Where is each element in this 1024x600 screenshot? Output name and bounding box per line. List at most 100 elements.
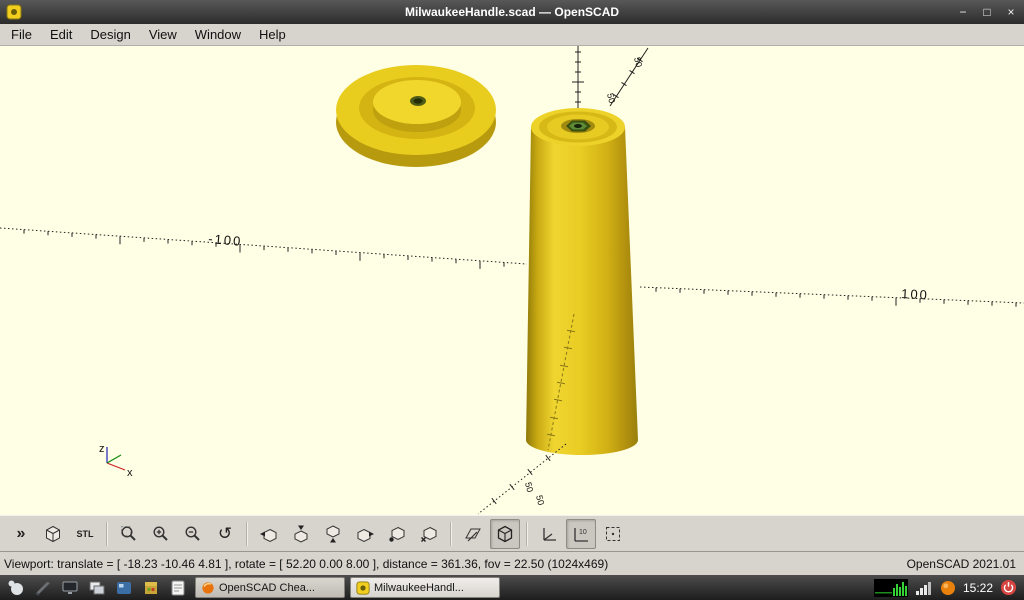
cpu-graph-widget[interactable] — [874, 579, 908, 597]
network-signal-icon[interactable] — [915, 580, 933, 596]
workspace-switcher-button[interactable] — [111, 576, 136, 599]
wire-cube-icon — [495, 524, 515, 544]
taskbar-window-milwaukeehandle[interactable]: MilwaukeeHandl... — [350, 577, 500, 598]
viewport-status-text: Viewport: translate = [ -18.23 -10.46 4.… — [4, 557, 608, 571]
menu-design[interactable]: Design — [81, 25, 139, 44]
package-icon — [141, 578, 161, 598]
view-bottom-button[interactable] — [318, 519, 348, 549]
view-back-icon — [419, 524, 439, 544]
menu-file[interactable]: File — [2, 25, 41, 44]
screenshot-tool-button[interactable] — [30, 576, 55, 599]
windows-icon — [87, 578, 107, 598]
model-cap-disc — [336, 65, 496, 167]
zoom-in-icon — [151, 524, 171, 544]
reset-rotate-icon: ↺ — [218, 525, 232, 542]
view-right-icon — [259, 524, 279, 544]
view-bottom-icon — [323, 524, 343, 544]
window-controls: − □ × — [956, 0, 1018, 24]
taskbar-window-openscad-cheatsheet[interactable]: OpenSCAD Chea... — [195, 577, 345, 598]
jump-to-editor-button[interactable]: » — [6, 519, 36, 549]
x-axis-negative: -100 — [0, 228, 527, 269]
document-icon — [168, 578, 188, 598]
package-manager-button[interactable] — [138, 576, 163, 599]
knife-icon — [33, 578, 53, 598]
axis-indicator-z-label: z — [99, 443, 105, 455]
zoom-out-icon — [183, 524, 203, 544]
view-top-button[interactable] — [286, 519, 316, 549]
toolbar-separator — [106, 522, 108, 546]
reset-view-button[interactable]: ↺ — [210, 519, 240, 549]
double-chevron-icon: » — [17, 526, 26, 542]
applications-menu-button[interactable] — [3, 576, 28, 599]
zoom-all-icon — [119, 524, 139, 544]
y-scale-label-1: 50 — [523, 481, 535, 493]
menu-window[interactable]: Window — [186, 25, 250, 44]
cube-icon — [43, 524, 63, 544]
show-surfaces-button[interactable] — [458, 519, 488, 549]
desktop-taskbar: OpenSCAD Chea... MilwaukeeHandl... 15:22 — [0, 575, 1024, 600]
system-tray: 15:22 — [874, 579, 1021, 597]
maximize-button[interactable]: □ — [980, 0, 994, 24]
window-title: MilwaukeeHandle.scad — OpenSCAD — [0, 5, 1024, 19]
view-top-icon — [291, 524, 311, 544]
show-crosshairs-button[interactable] — [598, 519, 628, 549]
view-left-icon — [355, 524, 375, 544]
model-handle-cylinder — [526, 108, 638, 455]
openscad-icon — [356, 581, 370, 595]
scale-markers-icon: 10 — [571, 524, 591, 544]
firefox-icon — [201, 581, 215, 595]
scale-ten-label: 10 — [579, 529, 587, 536]
export-stl-button[interactable]: STL — [70, 519, 100, 549]
axes-icon — [539, 524, 559, 544]
menu-bar: File Edit Design View Window Help — [0, 24, 1024, 46]
stl-export-icon: STL — [77, 529, 94, 539]
toolbar-separator — [526, 522, 528, 546]
show-scale-markers-button[interactable]: 10 — [566, 519, 596, 549]
view-back-button[interactable] — [414, 519, 444, 549]
toolbar-separator — [246, 522, 248, 546]
app-menu-icon — [6, 578, 26, 598]
clock[interactable]: 15:22 — [963, 581, 993, 595]
y-scale-label-2: 50 — [534, 494, 546, 506]
display-settings-button[interactable] — [57, 576, 82, 599]
close-button[interactable]: × — [1004, 0, 1018, 24]
view-toolbar: » STL ↺ — [0, 515, 1024, 551]
view-front-button[interactable] — [382, 519, 412, 549]
taskbar-window-label: MilwaukeeHandl... — [374, 582, 464, 594]
updates-tray-icon[interactable] — [940, 580, 956, 596]
view-left-button[interactable] — [350, 519, 380, 549]
x-axis-label-negative: -100 — [208, 231, 243, 249]
monitor-icon — [60, 578, 80, 598]
taskbar-window-label: OpenSCAD Chea... — [219, 582, 315, 594]
minimize-button[interactable]: − — [956, 0, 970, 24]
y-axis-front: 50 50 — [478, 444, 566, 514]
zoom-all-button[interactable] — [114, 519, 144, 549]
x-axis-label-positive: 100 — [901, 286, 929, 302]
show-edges-button[interactable] — [490, 519, 520, 549]
view-all-button[interactable] — [38, 519, 68, 549]
surface-icon — [463, 524, 483, 544]
x-axis-positive: 100 — [640, 286, 1024, 307]
workspace-icon — [114, 578, 134, 598]
zoom-in-button[interactable] — [146, 519, 176, 549]
z-scale-label-2: 50 — [605, 92, 617, 104]
title-bar: MilwaukeeHandle.scad — OpenSCAD − □ × — [0, 0, 1024, 24]
view-front-icon — [387, 524, 407, 544]
3d-viewport[interactable]: -100 100 50 50 — [0, 46, 1024, 515]
text-editor-button[interactable] — [165, 576, 190, 599]
view-right-button[interactable] — [254, 519, 284, 549]
show-axes-button[interactable] — [534, 519, 564, 549]
openscad-app-icon — [6, 4, 22, 20]
axis-indicator-x-label: x — [127, 467, 133, 479]
version-text: OpenSCAD 2021.01 — [907, 557, 1016, 571]
menu-edit[interactable]: Edit — [41, 25, 81, 44]
file-manager-button[interactable] — [84, 576, 109, 599]
toolbar-separator — [450, 522, 452, 546]
status-bar: Viewport: translate = [ -18.23 -10.46 4.… — [0, 551, 1024, 575]
power-button-icon[interactable] — [1000, 579, 1017, 596]
zoom-out-button[interactable] — [178, 519, 208, 549]
z-scale-label-1: 50 — [632, 56, 644, 68]
menu-help[interactable]: Help — [250, 25, 295, 44]
crosshairs-icon — [603, 524, 623, 544]
menu-view[interactable]: View — [140, 25, 186, 44]
